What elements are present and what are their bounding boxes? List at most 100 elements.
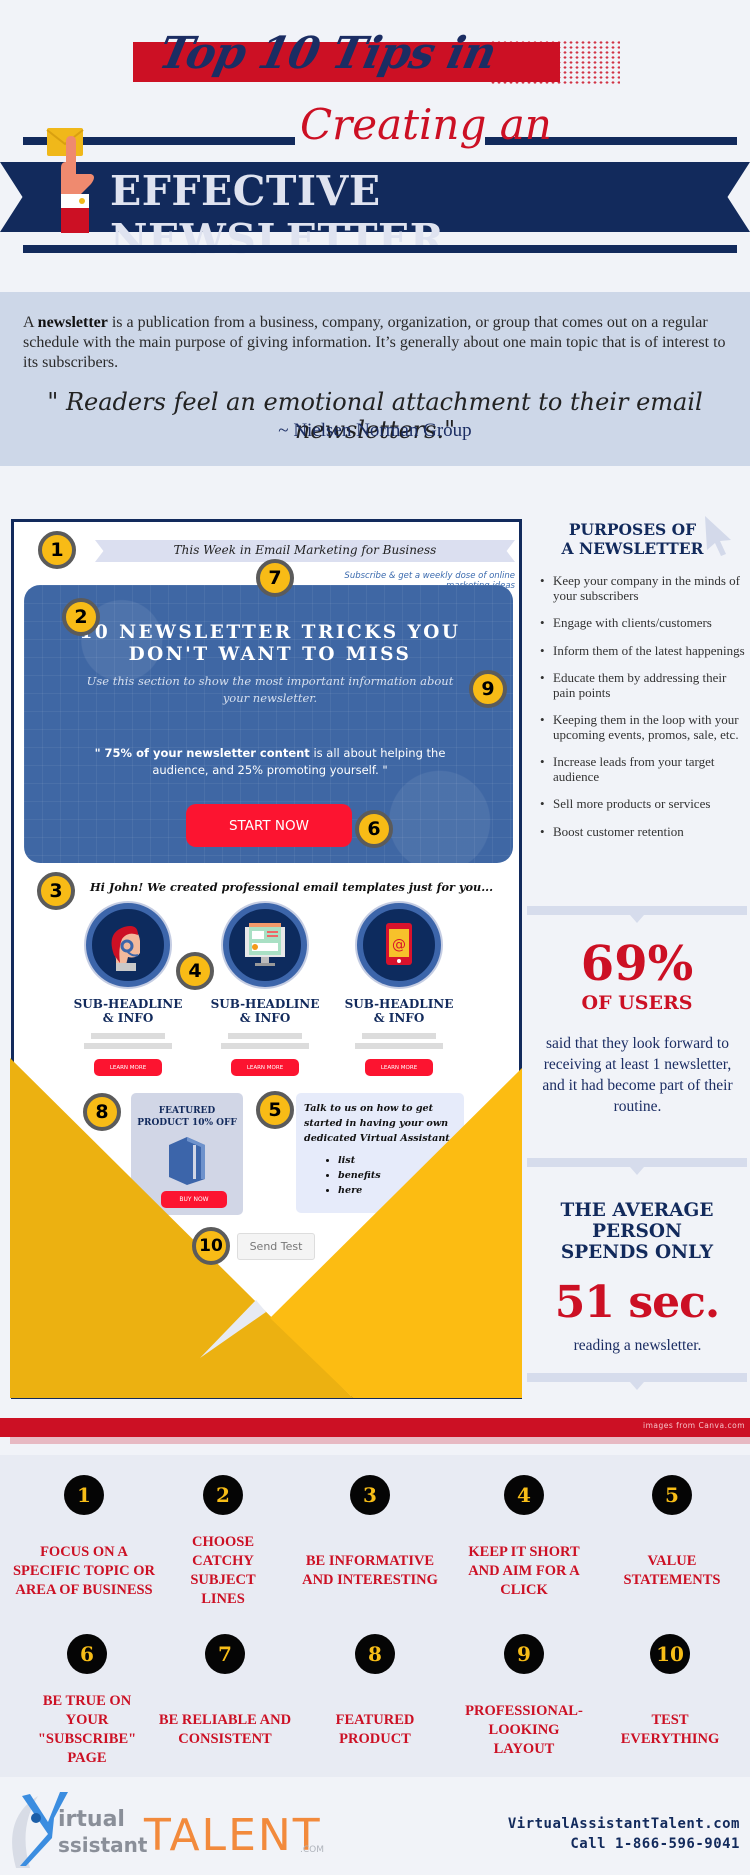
tip-label: VALUE STATEMENTS	[623, 1553, 721, 1588]
tip-label: BE INFORMATIVE AND INTERESTING	[302, 1553, 438, 1588]
start-now-button[interactable]: START NOW	[186, 804, 352, 847]
newsletter-banner-title: This Week in Email Marketing for Busines…	[173, 543, 437, 557]
contact-card: Talk to us on how to get started in havi…	[296, 1093, 464, 1213]
list-item: list	[338, 1153, 456, 1168]
phone-number[interactable]: Call 1-866-596-9041	[430, 1834, 740, 1854]
marker-5: 5	[256, 1091, 294, 1129]
placeholder-line	[355, 1043, 443, 1049]
placeholder-line	[228, 1033, 302, 1039]
section-divider	[527, 906, 747, 923]
tip-number: 1	[64, 1475, 104, 1515]
tip-number: 10	[650, 1634, 690, 1674]
tip-4: 4 KEEP IT SHORT AND AIM FOR A CLICK	[449, 1475, 599, 1598]
marker-8: 8	[83, 1093, 121, 1131]
tip-3: 3 BE INFORMATIVE AND INTERESTING	[295, 1475, 445, 1588]
hero-subtitle: Use this section to show the most import…	[86, 674, 454, 705]
marker-1: 1	[38, 531, 76, 569]
svg-text:ssistant: ssistant	[58, 1833, 148, 1857]
cursor-icon	[705, 516, 731, 556]
marker-2: 2	[62, 598, 100, 636]
stat-51-description: reading a newsletter.	[573, 1337, 702, 1354]
stat-51-seconds: 51 sec.	[554, 1277, 720, 1328]
tip-number: 4	[504, 1475, 544, 1515]
tip-number: 8	[355, 1634, 395, 1674]
tip-label: CHOOSE CATCHY SUBJECT LINES	[190, 1534, 256, 1607]
buy-now-button[interactable]: BUY NOW	[161, 1191, 227, 1208]
desktop-monitor-icon	[223, 903, 307, 987]
learn-more-button[interactable]: LEARN MORE	[231, 1059, 299, 1076]
feature-card: @ SUB-HEADLINE & INFO LEARN MORE	[334, 903, 464, 1076]
placeholder-line	[84, 1043, 172, 1049]
intro-paragraph: A newsletter is a publication from a bus…	[23, 314, 726, 371]
svg-text:TALENT: TALENT	[143, 1810, 322, 1861]
red-divider-shadow	[10, 1437, 750, 1444]
placeholder-line	[91, 1033, 165, 1039]
stat-69-percent: 69%	[580, 936, 694, 992]
section-divider	[527, 1373, 747, 1390]
marker-9: 9	[469, 670, 507, 708]
script-title: Top 10 Tips in	[154, 28, 501, 79]
tablet-email-icon: @	[357, 903, 441, 987]
feature-title: SUB-HEADLINE & INFO	[210, 997, 320, 1025]
tip-number: 9	[504, 1634, 544, 1674]
image-credit: images from Canva.com	[642, 1421, 745, 1430]
purpose-item: Engage with clients/customers	[540, 615, 745, 631]
tip-number: 3	[350, 1475, 390, 1515]
tip-label: KEEP IT SHORT AND AIM FOR A CLICK	[468, 1543, 580, 1598]
purpose-item: Inform them of the latest happenings	[540, 643, 745, 659]
placeholder-line	[221, 1043, 309, 1049]
title-rule-bottom	[23, 245, 737, 253]
book-icon	[169, 1137, 205, 1185]
marker-10: 10	[192, 1227, 230, 1265]
hero-quote: " 75% of your newsletter content is all …	[94, 746, 446, 777]
learn-more-button[interactable]: LEARN MORE	[94, 1059, 162, 1076]
tip-9: 9 PROFESSIONAL-LOOKING LAYOUT	[449, 1634, 599, 1757]
headset-agent-icon	[86, 903, 170, 987]
tip-number: 6	[67, 1634, 107, 1674]
purpose-item: Educate them by addressing their pain po…	[540, 670, 745, 700]
tip-label: BE RELIABLE AND CONSISTENT	[158, 1712, 292, 1747]
tip-1: 1 FOCUS ON A SPECIFIC TOPIC OR AREA OF BU…	[9, 1475, 159, 1598]
purposes-list: Keep your company in the minds of your s…	[540, 573, 745, 852]
send-test-button[interactable]: Send Test	[237, 1233, 315, 1260]
feature-card: SUB-HEADLINE & INFO LEARN MORE	[200, 903, 330, 1076]
svg-text:.COM: .COM	[300, 1845, 324, 1855]
quote-author: ~ Nielsen Norman Group	[278, 420, 472, 441]
section-divider	[527, 1158, 747, 1175]
tip-7: 7 BE RELIABLE AND CONSISTENT	[150, 1634, 300, 1747]
website-link[interactable]: VirtualAssistantTalent.com	[430, 1814, 740, 1834]
marker-7: 7	[256, 559, 294, 597]
script-subtitle: Creating an	[300, 100, 552, 149]
tip-10: 10 TEST EVERYTHING	[595, 1634, 745, 1747]
tip-6: 6 BE TRUE ON YOUR "SUBSCRIBE" PAGE	[12, 1634, 162, 1766]
tip-number: 5	[652, 1475, 692, 1515]
list-item: benefits	[338, 1168, 456, 1183]
feature-title: SUB-HEADLINE & INFO	[73, 997, 183, 1025]
greeting-text: Hi John! We created professional email t…	[90, 880, 494, 894]
tip-number: 2	[203, 1475, 243, 1515]
hero-title: 10 NEWSLETTER TRICKS YOU DON'T WANT TO MI…	[79, 622, 461, 665]
tip-5: 5 VALUE STATEMENTS	[597, 1475, 747, 1588]
virtual-assistant-talent-logo[interactable]: irtual ssistant TALENT .COM	[8, 1788, 328, 1870]
intro-keyword: newsletter	[37, 314, 108, 331]
learn-more-button[interactable]: LEARN MORE	[365, 1059, 433, 1076]
purpose-item: Increase leads from your target audience	[540, 754, 745, 784]
contact-text: Talk to us on how to get started in havi…	[304, 1103, 454, 1144]
purpose-item: Keep your company in the minds of your s…	[540, 573, 745, 603]
tip-2: 2 CHOOSE CATCHY SUBJECT LINES	[148, 1475, 298, 1607]
feature-card: SUB-HEADLINE & INFO LEARN MORE	[63, 903, 193, 1076]
feature-title: SUB-HEADLINE & INFO	[344, 997, 454, 1025]
marker-6: 6	[355, 810, 393, 848]
purpose-item: Boost customer retention	[540, 824, 745, 840]
title-brush-spray	[490, 40, 620, 86]
svg-text:irtual: irtual	[58, 1807, 125, 1832]
stat-average-heading: THE AVERAGE PERSON SPENDS ONLY	[560, 1200, 714, 1263]
purpose-item: Sell more products or services	[540, 796, 745, 812]
contact-info: VirtualAssistantTalent.com Call 1-866-59…	[430, 1814, 740, 1854]
svg-text:@: @	[392, 937, 406, 953]
featured-product-title: FEATURED PRODUCT 10% OFF	[137, 1106, 237, 1128]
tip-label: FOCUS ON A SPECIFIC TOPIC OR AREA OF BUS…	[12, 1543, 156, 1598]
marker-4: 4	[176, 952, 214, 990]
tip-number: 7	[205, 1634, 245, 1674]
featured-product-card: FEATURED PRODUCT 10% OFF BUY NOW	[131, 1093, 243, 1215]
